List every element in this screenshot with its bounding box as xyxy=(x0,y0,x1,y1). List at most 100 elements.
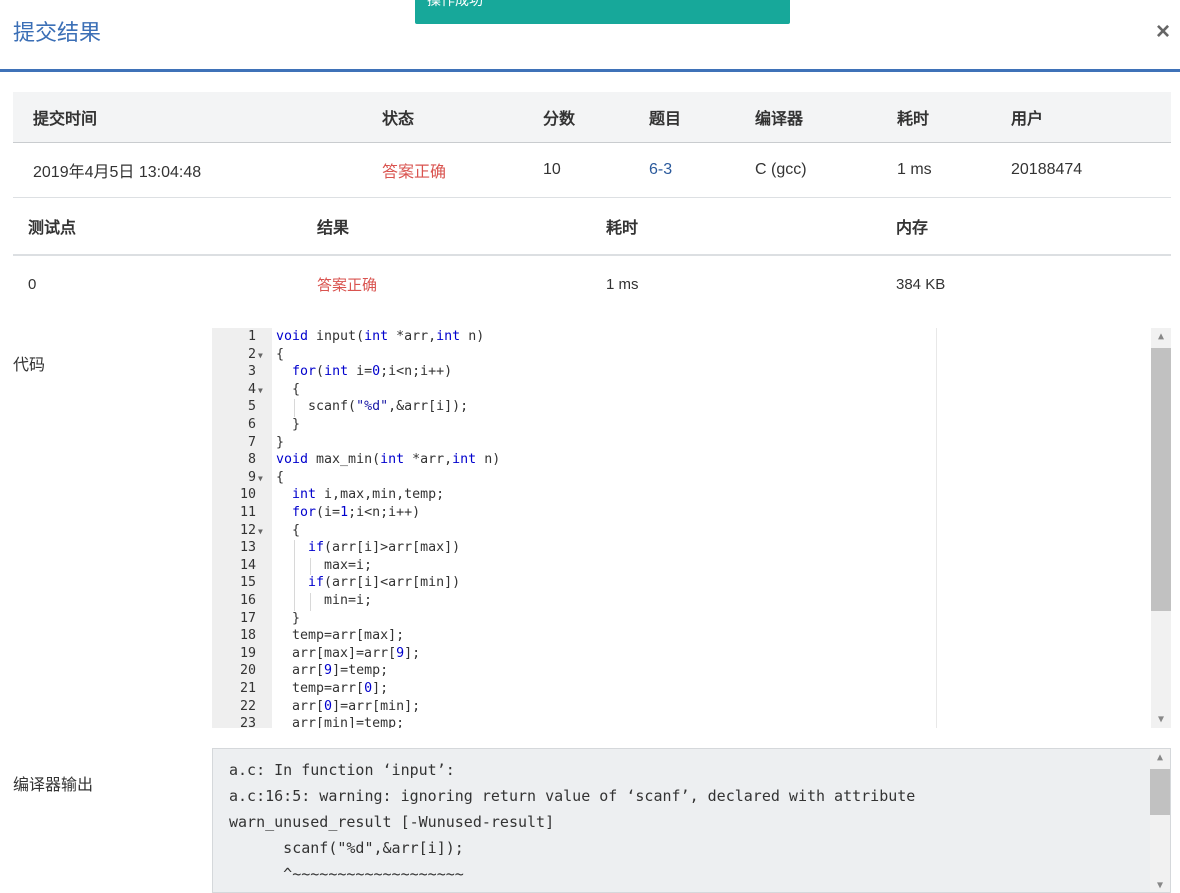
dialog-header: 提交结果 × xyxy=(0,0,1180,72)
code-line: } xyxy=(276,434,285,450)
fold-arrow-icon[interactable]: ▼ xyxy=(258,474,263,483)
table-row: 2019年4月5日 13:04:48 答案正确 10 6-3 C (gcc) 1… xyxy=(13,142,1171,198)
score: 10 xyxy=(523,142,629,198)
code-line: if(arr[i]<arr[min]) xyxy=(308,575,461,591)
print-margin xyxy=(936,328,937,728)
code-line: arr[0]=arr[min]; xyxy=(276,698,421,714)
output-line: ^~~~~~~~~~~~~~~~~~~~ xyxy=(229,865,464,883)
user: 20188474 xyxy=(991,142,1171,198)
code-line: for(i=1;i<n;i++) xyxy=(292,505,421,520)
line-number: 23 xyxy=(239,716,256,728)
compiler-output: a.c: In function ‘input’: a.c:16:5: warni… xyxy=(212,748,1171,893)
output-line: scanf("%d",&arr[i]); xyxy=(229,839,464,857)
output-scrollbar[interactable]: ▲ ▼ xyxy=(1150,749,1170,892)
dialog-title: 提交结果 xyxy=(13,20,102,45)
scroll-thumb[interactable] xyxy=(1151,348,1171,611)
header-status: 状态 xyxy=(362,92,523,143)
code-line: int i,max,min,temp; xyxy=(292,487,445,503)
testcase-id: 0 xyxy=(28,276,37,293)
header-user: 用户 xyxy=(991,92,1171,143)
line-number: 15 xyxy=(239,575,256,591)
output-line: a.c:16:5: warning: ignoring return value… xyxy=(229,787,916,805)
output-line: warn_unused_result [-Wunused-result] xyxy=(229,813,555,831)
line-number: 19 xyxy=(239,645,256,661)
line-number: 7 xyxy=(247,434,256,450)
close-icon[interactable]: × xyxy=(1156,18,1170,46)
table-row: 0 答案正确 1 ms 384 KB xyxy=(13,255,1171,313)
compiler-output-label: 编译器输出 xyxy=(13,777,94,794)
line-number: 4 xyxy=(247,381,256,397)
code-line: max=i; xyxy=(276,557,373,573)
fold-arrow-icon[interactable]: ▼ xyxy=(258,351,263,360)
code-line: arr[9]=temp; xyxy=(276,663,389,679)
line-number: 16 xyxy=(239,593,256,608)
scroll-thumb[interactable] xyxy=(1150,769,1170,815)
code-line: } xyxy=(276,610,301,626)
header-result: 结果 xyxy=(302,197,591,256)
code-line: scanf("%d",&arr[i]); xyxy=(276,399,469,415)
header-elapsed: 耗时 xyxy=(877,92,991,143)
scroll-up-icon[interactable]: ▲ xyxy=(1150,749,1170,766)
testcase-result: 答案正确 xyxy=(317,277,378,294)
scroll-down-icon[interactable]: ▼ xyxy=(1151,711,1171,728)
indent-guide xyxy=(294,399,295,417)
header-submit-time: 提交时间 xyxy=(13,92,362,143)
scroll-down-icon[interactable]: ▼ xyxy=(1150,877,1170,892)
testcase-header-row: 测试点 结果 耗时 内存 xyxy=(13,197,1171,256)
line-number: 20 xyxy=(239,663,256,679)
code-line: { xyxy=(276,469,285,485)
code-line: void input(int *arr,int n) xyxy=(276,329,485,344)
submission-header-row: 提交时间 状态 分数 题目 编译器 耗时 用户 xyxy=(13,92,1171,143)
indent-guide xyxy=(310,593,311,611)
code-line: void max_min(int *arr,int n) xyxy=(276,452,501,468)
line-number: 1 xyxy=(247,329,256,344)
code-line: arr[max]=arr[9]; xyxy=(276,645,421,661)
code-line: temp=arr[max]; xyxy=(276,628,405,644)
code-line: { xyxy=(276,381,301,397)
testcase-elapsed: 1 ms xyxy=(606,276,639,293)
header-score: 分数 xyxy=(523,92,629,143)
line-number: 2 xyxy=(247,346,256,362)
line-number: 21 xyxy=(239,681,256,696)
scroll-up-icon[interactable]: ▲ xyxy=(1151,328,1171,345)
fold-arrow-icon[interactable]: ▼ xyxy=(258,527,263,536)
code-label: 代码 xyxy=(13,357,46,374)
compiler: C (gcc) xyxy=(735,142,877,198)
line-number: 14 xyxy=(239,557,256,573)
elapsed: 1 ms xyxy=(877,142,991,198)
line-number: 22 xyxy=(239,698,256,714)
fold-arrow-icon[interactable]: ▼ xyxy=(258,386,263,395)
code-line: temp=arr[0]; xyxy=(276,681,389,696)
line-number: 9 xyxy=(247,469,256,485)
code-line: { xyxy=(276,346,285,362)
header-compiler: 编译器 xyxy=(735,92,877,143)
line-number: 10 xyxy=(239,487,256,503)
indent-guide xyxy=(294,540,295,611)
line-number: 6 xyxy=(247,417,256,432)
status-badge: 答案正确 xyxy=(362,142,523,198)
code-editor[interactable]: 1 void input(int *arr,int n) 2 ▼{3 for(int … xyxy=(212,328,1171,728)
code-line: min=i; xyxy=(276,593,373,608)
problem-link[interactable]: 6-3 xyxy=(629,142,735,198)
line-number: 5 xyxy=(247,399,256,415)
line-number: 12 xyxy=(239,522,256,538)
indent-guide xyxy=(310,557,311,576)
testcase-memory: 384 KB xyxy=(896,276,946,293)
line-number: 3 xyxy=(247,364,256,380)
output-line: a.c: In function ‘input’: xyxy=(229,761,455,779)
header-testcase-elapsed: 耗时 xyxy=(591,197,881,256)
header-memory: 内存 xyxy=(881,197,1171,256)
code-line: if(arr[i]>arr[max]) xyxy=(308,540,461,556)
code-line: for(int i=0;i<n;i++) xyxy=(292,364,453,380)
submit-time: 2019年4月5日 13:04:48 xyxy=(13,142,362,198)
code-line: } xyxy=(276,417,301,432)
line-number: 18 xyxy=(239,628,256,644)
code-line: arr[min]=temp; xyxy=(276,716,405,728)
line-number: 13 xyxy=(239,540,256,556)
line-number: 11 xyxy=(239,505,256,520)
submission-table: 提交时间 状态 分数 题目 编译器 耗时 用户 2019年4月5日 13:04:… xyxy=(13,92,1171,198)
code-scrollbar[interactable]: ▲ ▼ xyxy=(1151,328,1171,728)
header-testcase: 测试点 xyxy=(13,197,302,256)
line-number: 17 xyxy=(239,610,256,626)
testcase-table: 测试点 结果 耗时 内存 0 答案正确 1 ms 384 KB xyxy=(13,197,1171,313)
